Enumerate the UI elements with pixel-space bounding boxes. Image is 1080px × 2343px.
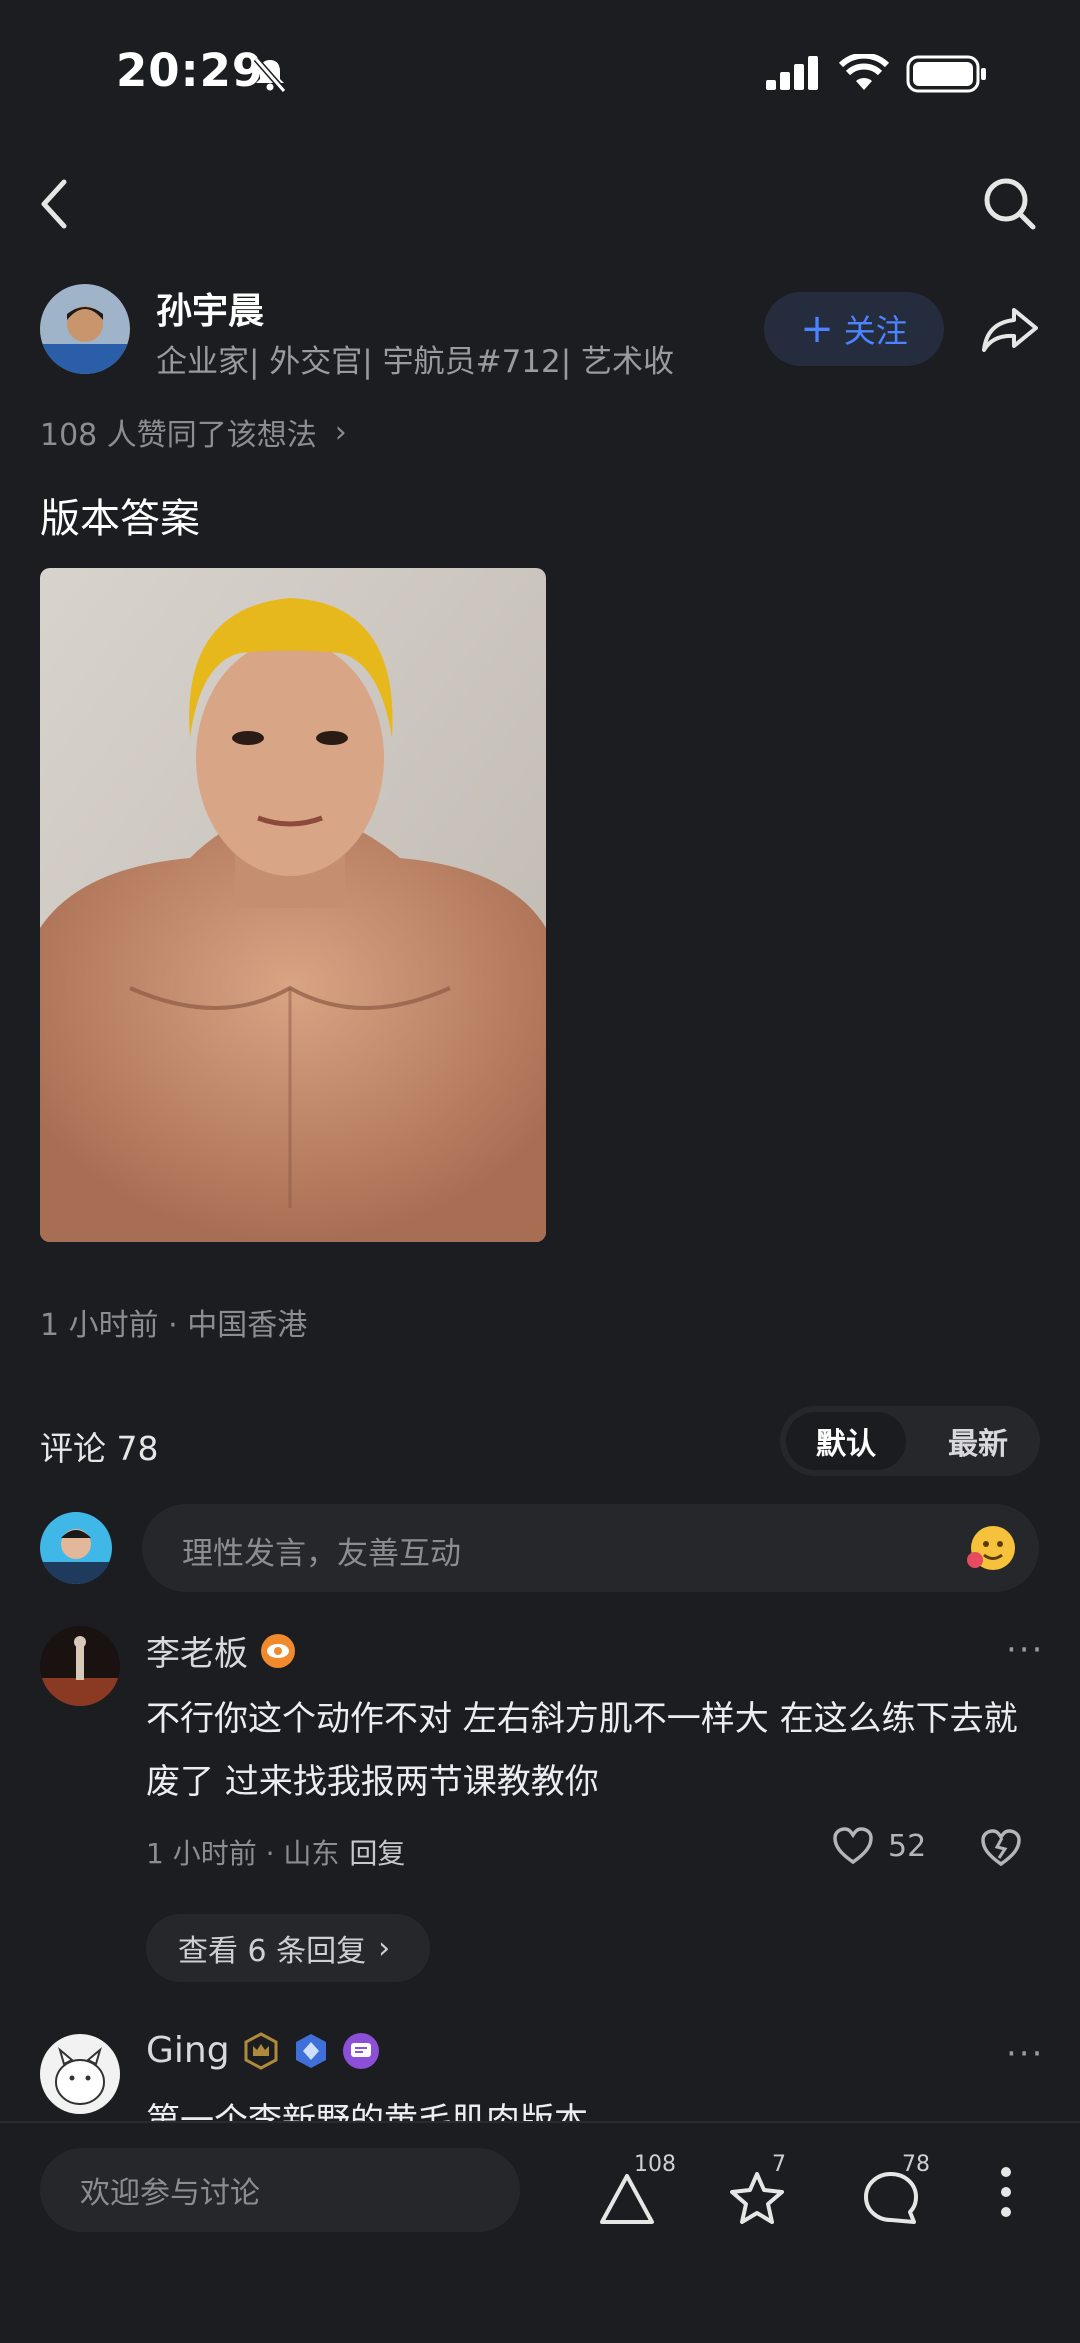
comment-input-placeholder: 理性发言，友善互动: [182, 1536, 461, 1572]
reply-button[interactable]: 回复: [349, 1832, 405, 1872]
likes-summary-link[interactable]: 108 人赞同了该想法 ›: [40, 410, 347, 454]
eye-badge-icon: [261, 1633, 295, 1668]
follow-label: 关注: [843, 312, 908, 350]
comment-meta-row: 1 小时前 · 山东 回复: [146, 1832, 405, 1872]
comment-username[interactable]: 李老板: [146, 1626, 248, 1675]
signal-icon: [766, 56, 818, 90]
battery-icon: [906, 55, 986, 93]
crown-badge-icon: [244, 2031, 278, 2070]
comment-like-count: 52: [888, 1828, 927, 1864]
author-name[interactable]: 孙宇晨: [156, 282, 264, 334]
mute-bell-icon: [253, 57, 287, 93]
sort-default-tab[interactable]: 默认: [786, 1412, 906, 1470]
chat-badge-icon: [342, 2032, 379, 2069]
search-icon[interactable]: [982, 176, 1038, 232]
post-text: 版本答案: [40, 496, 200, 542]
comment-input[interactable]: 理性发言，友善互动: [142, 1504, 1039, 1592]
favorite-count: 7: [772, 2152, 786, 2177]
comment-sort-toggle: 默认 最新: [780, 1406, 1040, 1476]
broken-heart-icon[interactable]: [980, 1828, 1022, 1868]
emoji-icon[interactable]: [965, 1522, 1017, 1574]
comment-bubble-icon: [864, 2172, 918, 2224]
comment-text-content: 第一个李新野的黄毛肌肉版本: [146, 2101, 588, 2121]
favorite-button[interactable]: 7: [726, 2152, 806, 2238]
likes-summary-text: 108 人赞同了该想法: [40, 418, 317, 453]
follow-button[interactable]: + 关注: [764, 292, 944, 366]
view-replies-label: 查看 6 条回复: [178, 1934, 367, 1969]
heart-icon: [833, 1827, 873, 1865]
upvote-button[interactable]: 108: [594, 2152, 684, 2238]
comment-header: 李老板: [146, 1626, 296, 1675]
chevron-right-icon: ›: [334, 414, 347, 450]
my-avatar[interactable]: [40, 1512, 112, 1584]
discussion-input-placeholder: 欢迎参与讨论: [80, 2176, 260, 2211]
status-bar: 20:29: [0, 0, 1080, 150]
chevron-right-icon: ›: [378, 1930, 391, 1966]
author-avatar[interactable]: [40, 284, 130, 374]
star-icon: [730, 2172, 784, 2224]
comment-more-icon[interactable]: ···: [1006, 2034, 1044, 2074]
share-icon[interactable]: [980, 304, 1040, 356]
more-vertical-icon[interactable]: [998, 2164, 1014, 2220]
commenter-avatar[interactable]: [40, 2034, 120, 2114]
comment-more-icon[interactable]: ···: [1006, 1630, 1044, 1670]
comment-text: 第一个李新野的黄毛肌肉版本: [146, 2090, 1036, 2121]
sort-latest-tab[interactable]: 最新: [918, 1412, 1038, 1470]
diamond-badge-icon: [295, 2033, 326, 2068]
author-bio: 企业家| 外交官| 宇航员#712| 艺术收: [156, 344, 675, 380]
upvote-count: 108: [634, 2152, 676, 2177]
comment-button[interactable]: 78: [860, 2152, 940, 2238]
post-meta: 1 小时前 · 中国香港: [40, 1308, 308, 1343]
comment-meta: 1 小时前 · 山东: [146, 1837, 340, 1870]
discussion-input[interactable]: 欢迎参与讨论: [40, 2148, 520, 2232]
comment-username[interactable]: Ging: [146, 2030, 230, 2071]
comments-header: 评论 78: [40, 1429, 159, 1468]
back-arrow-icon[interactable]: [36, 178, 72, 230]
status-time: 20:29: [116, 44, 265, 97]
commenter-avatar[interactable]: [40, 1626, 120, 1706]
comment-count: 78: [902, 2152, 930, 2177]
triangle-upvote-icon: [600, 2174, 654, 2224]
post-image[interactable]: [40, 568, 546, 1242]
comment-like-button[interactable]: 52: [832, 1826, 926, 1866]
plus-icon: +: [800, 306, 834, 352]
view-replies-button[interactable]: 查看 6 条回复 ›: [146, 1914, 430, 1982]
wifi-icon: [838, 54, 890, 90]
comment-header: Ging: [146, 2030, 380, 2071]
comment-text: 不行你这个动作不对 左右斜方肌不一样大 在这么练下去就废了 过来找我报两节课教教…: [146, 1699, 1018, 1802]
